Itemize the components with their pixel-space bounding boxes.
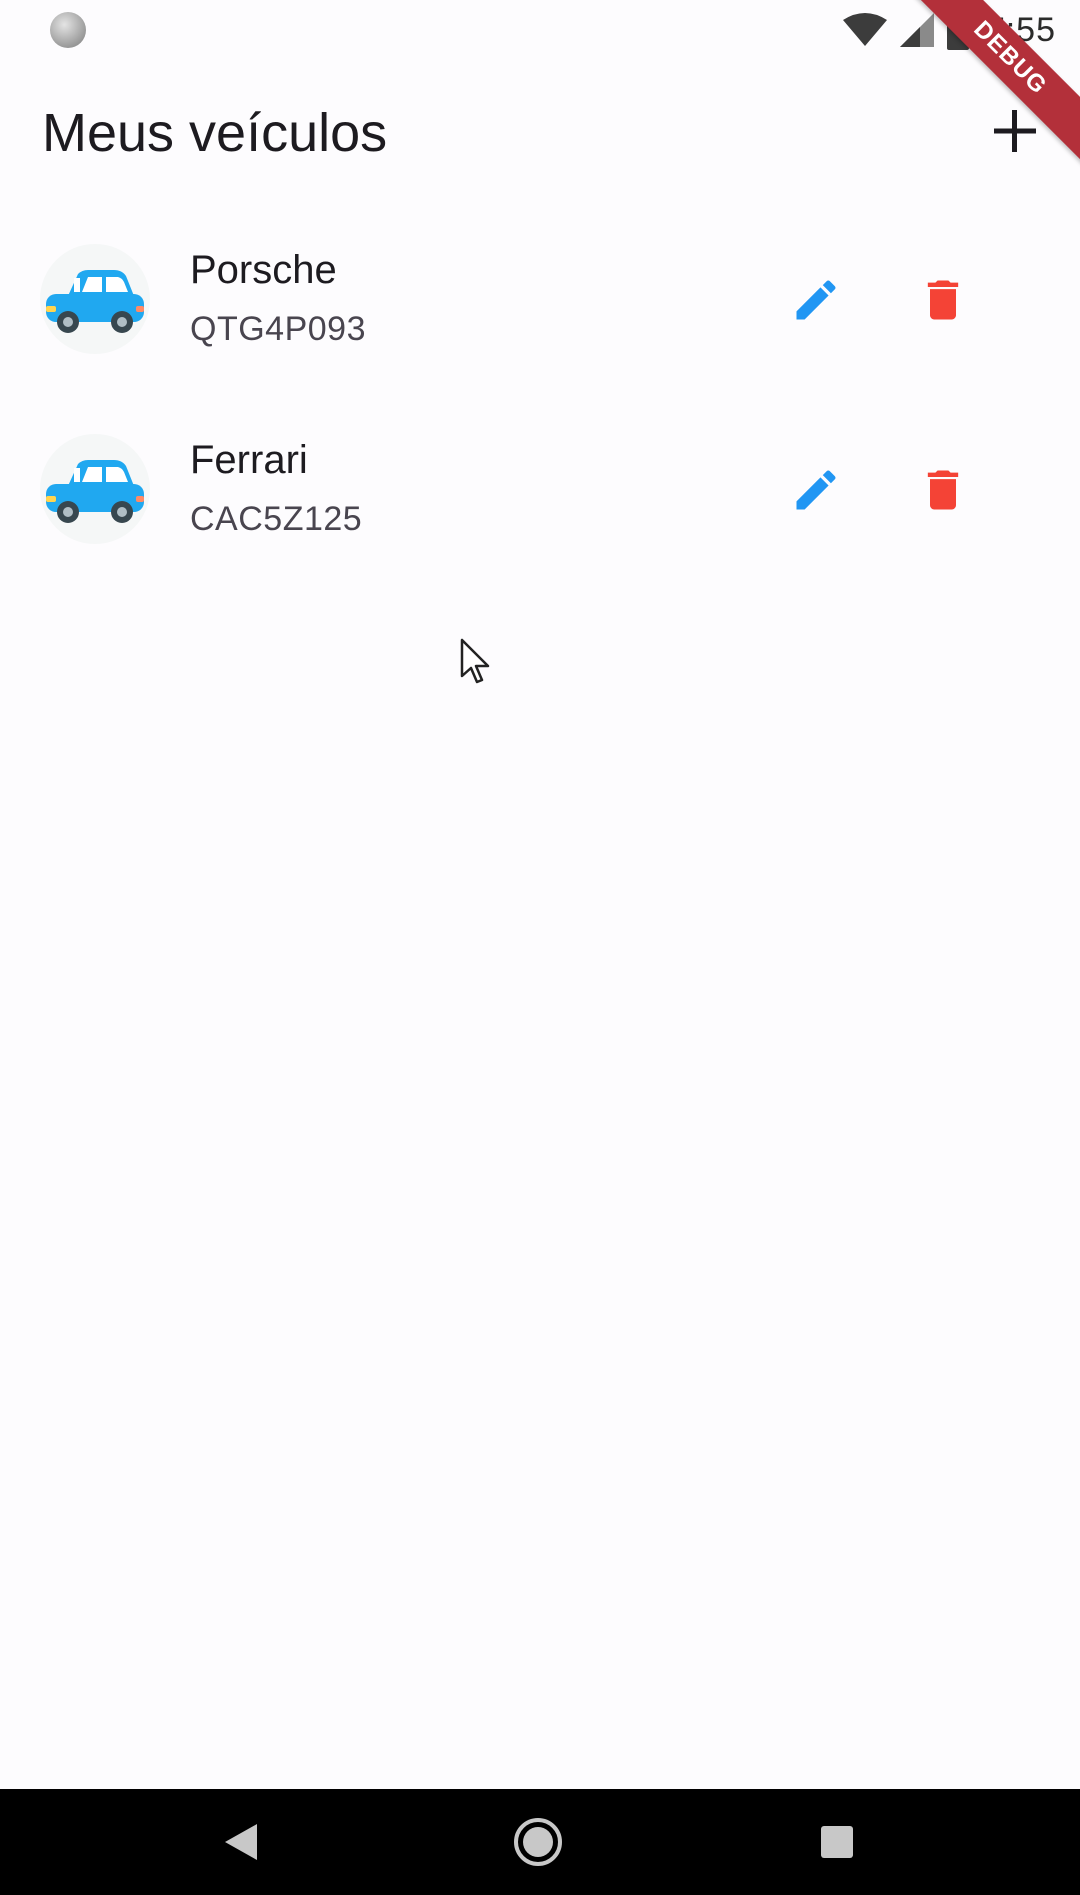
edit-vehicle-button[interactable] [776, 260, 856, 340]
pencil-icon [796, 470, 836, 510]
plus-icon [994, 110, 1036, 152]
car-icon [46, 460, 144, 523]
vehicle-plate: QTG4P093 [190, 310, 366, 348]
notification-dot-icon [50, 12, 86, 48]
back-triangle-icon [225, 1824, 257, 1860]
vehicle-plate: CAC5Z125 [190, 500, 363, 538]
signal-icon [899, 13, 934, 47]
recents-square-icon [821, 1826, 853, 1858]
add-vehicle-button[interactable] [970, 86, 1060, 176]
car-icon [46, 270, 144, 333]
wifi-icon [842, 13, 887, 46]
vehicle-item[interactable]: Ferrari CAC5Z125 [0, 404, 1080, 594]
nav-back-button[interactable] [211, 1812, 271, 1872]
vehicle-item[interactable]: Porsche QTG4P093 [0, 214, 1080, 404]
vehicle-avatar [40, 434, 150, 544]
nav-recents-button[interactable] [807, 1812, 867, 1872]
app-bar: Meus veículos [0, 60, 1080, 200]
pencil-icon [796, 280, 836, 320]
mouse-cursor-icon [460, 638, 490, 684]
vehicle-avatar [40, 244, 150, 354]
nav-home-button[interactable] [508, 1812, 568, 1872]
navigation-bar [0, 1789, 1080, 1895]
page-title: Meus veículos [42, 103, 388, 163]
delete-vehicle-button[interactable] [903, 450, 983, 530]
vehicle-name: Porsche [190, 248, 337, 292]
edit-vehicle-button[interactable] [776, 450, 856, 530]
vehicle-name: Ferrari [190, 438, 308, 482]
screen: 7:55 DEBUG Meus veículos Porsche QTG4P09… [0, 0, 1080, 1895]
vehicle-list: Porsche QTG4P093 Ferrari CAC5Z125 [0, 214, 1080, 594]
status-bar: 7:55 [0, 0, 1080, 60]
home-circle-icon [514, 1818, 562, 1866]
trash-icon [927, 280, 959, 320]
delete-vehicle-button[interactable] [903, 260, 983, 340]
trash-icon [927, 470, 959, 510]
